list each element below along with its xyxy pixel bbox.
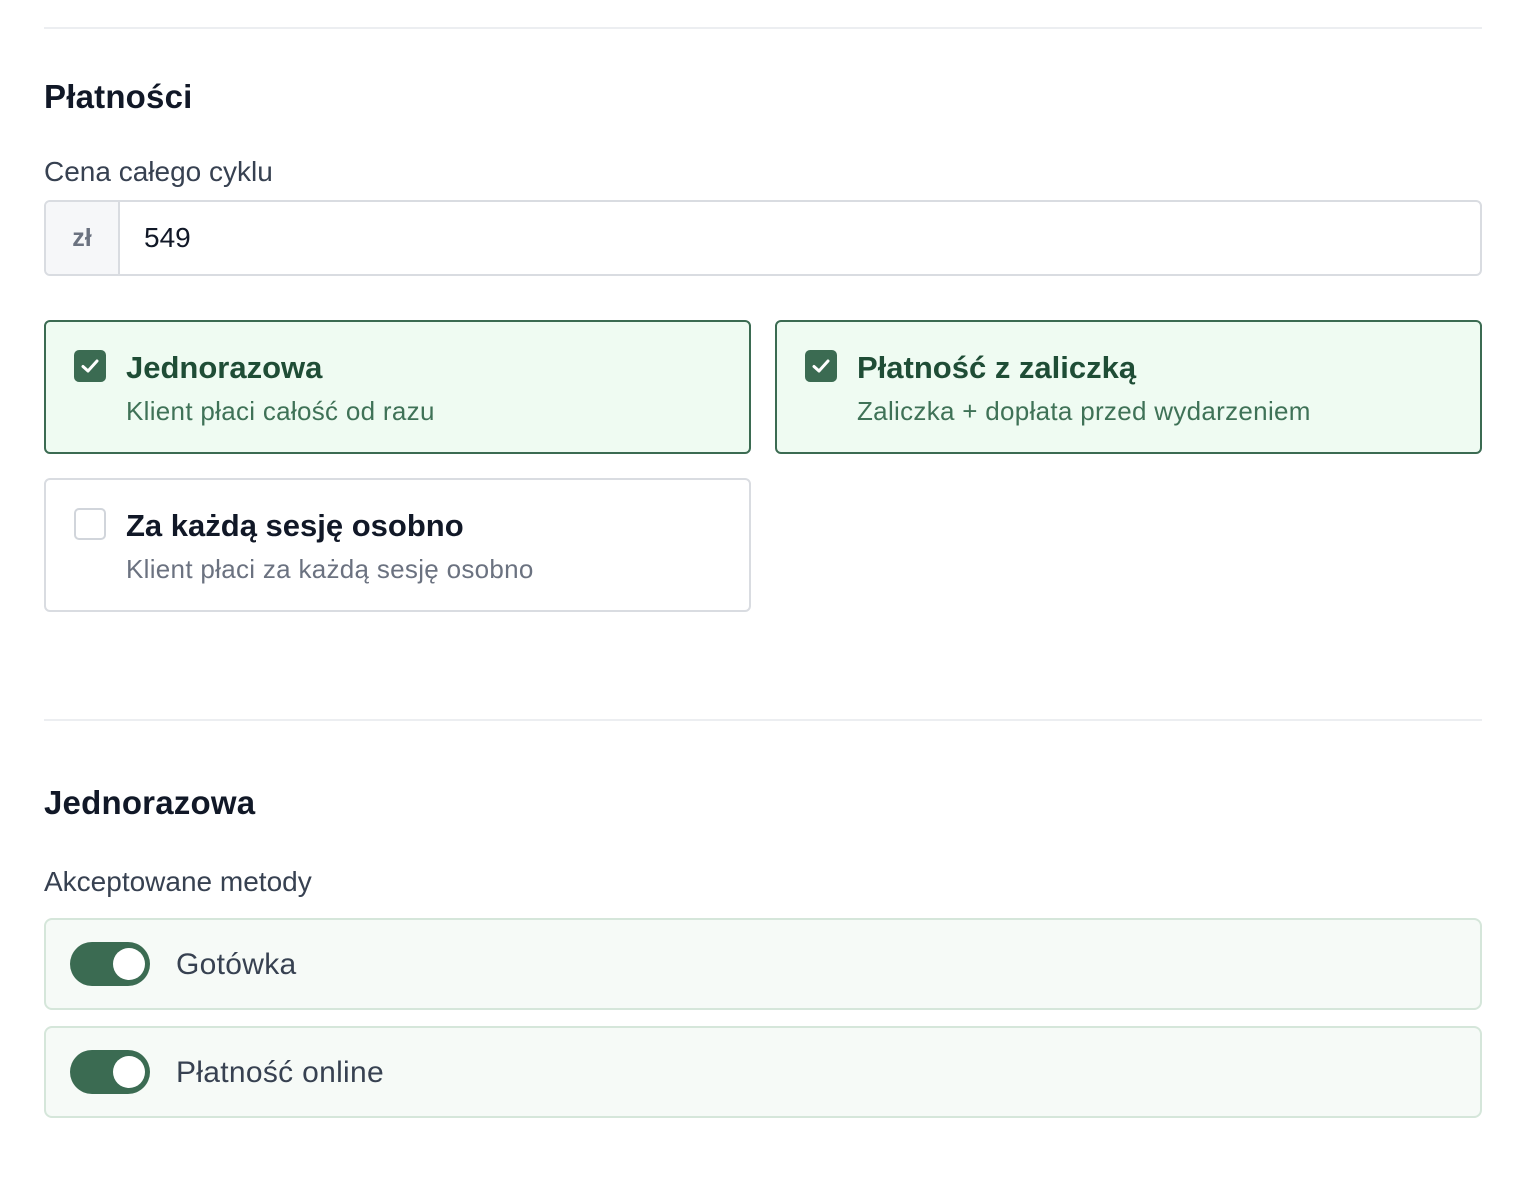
price-input[interactable] xyxy=(120,202,1480,274)
price-input-group: zł xyxy=(44,200,1482,276)
option-description: Zaliczka + dopłata przed wydarzeniem xyxy=(857,396,1311,426)
method-row-cash: Gotówka xyxy=(44,918,1482,1010)
method-label: Gotówka xyxy=(176,948,297,981)
cash-toggle[interactable] xyxy=(70,942,150,986)
per-session-checkbox[interactable] xyxy=(74,508,106,540)
option-card-one-time[interactable]: Jednorazowa Klient płaci całość od razu xyxy=(44,320,751,454)
accepted-methods-label: Akceptowane metody xyxy=(44,866,312,897)
option-title: Płatność z zaliczką xyxy=(857,350,1137,385)
method-row-online: Płatność online xyxy=(44,1026,1482,1118)
section-divider xyxy=(44,719,1482,721)
option-title: Jednorazowa xyxy=(126,350,323,385)
toggle-knob xyxy=(113,948,145,980)
checkmark-icon xyxy=(812,359,830,373)
option-title: Za każdą sesję osobno xyxy=(126,508,464,543)
one-time-checkbox[interactable] xyxy=(74,350,106,382)
top-divider xyxy=(44,27,1482,29)
toggle-knob xyxy=(113,1056,145,1088)
deposit-checkbox[interactable] xyxy=(805,350,837,382)
option-card-per-session[interactable]: Za każdą sesję osobno Klient płaci za ka… xyxy=(44,478,751,612)
one-time-section-title: Jednorazowa xyxy=(44,784,256,821)
option-description: Klient płaci całość od razu xyxy=(126,396,435,426)
payment-settings-page: Płatności Cena całego cyklu zł Jednorazo… xyxy=(0,0,1536,1180)
online-payment-toggle[interactable] xyxy=(70,1050,150,1094)
option-description: Klient płaci za każdą sesję osobno xyxy=(126,554,534,584)
option-card-deposit[interactable]: Płatność z zaliczką Zaliczka + dopłata p… xyxy=(775,320,1482,454)
currency-prefix: zł xyxy=(46,202,120,274)
payments-section-title: Płatności xyxy=(44,78,193,115)
price-label: Cena całego cyklu xyxy=(44,156,273,187)
method-label: Płatność online xyxy=(176,1056,384,1089)
checkmark-icon xyxy=(81,359,99,373)
